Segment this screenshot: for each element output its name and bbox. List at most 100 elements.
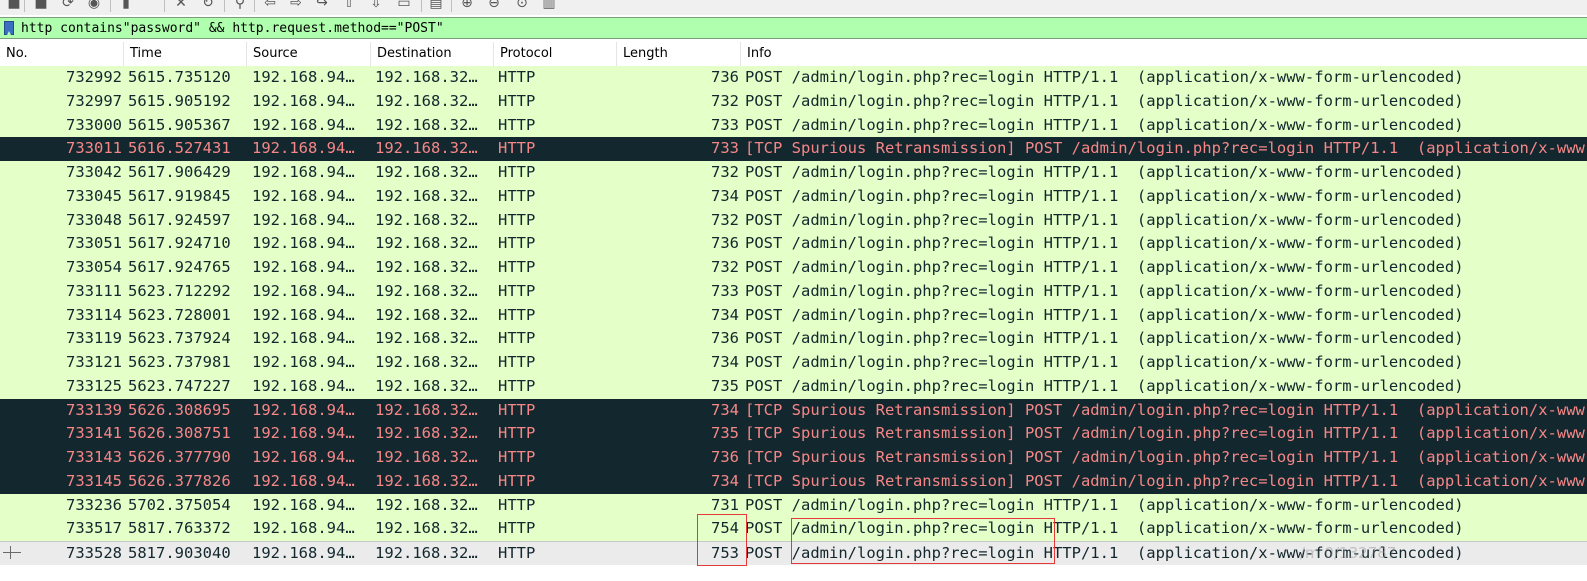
packet-row[interactable]: 733145 5626.377826 192.168.94… 192.168.32… H… [0,469,1587,494]
packet-length: 734 [711,353,739,371]
packet-row[interactable]: 733125 5623.747227 192.168.94… 192.168.32… H… [0,374,1587,399]
close-icon[interactable]: ✕ [173,0,189,12]
packet-time: 5615.905367 [128,115,231,134]
packet-row[interactable]: 733011 5616.527431 192.168.94… 192.168.32… H… [0,137,1587,161]
packet-protocol: HTTP [498,210,536,229]
packet-number: 733528 [66,544,122,562]
packet-time: 5626.377790 [128,448,231,466]
packet-source: 192.168.94… [252,234,355,253]
packet-info: POST /admin/login.php?rec=login HTTP/1.1… [745,329,1464,348]
stop-icon[interactable]: ■ [6,0,22,12]
column-header-destination[interactable]: Destination [371,42,494,66]
resize-columns-icon[interactable]: ▥ [541,0,557,12]
packet-protocol: HTTP [498,544,536,562]
find-icon[interactable]: ⚲ [232,0,248,12]
packet-row[interactable]: 733139 5626.308695 192.168.94… 192.168.32… H… [0,398,1587,423]
packet-row[interactable]: 733045 5617.919845 192.168.94… 192.168.32… H… [0,184,1587,209]
packet-info: [TCP Spurious Retransmission] POST /admi… [745,139,1587,158]
packet-protocol: HTTP [498,353,536,371]
packet-number: 733145 [66,471,122,490]
packet-protocol: HTTP [498,281,536,300]
packet-row[interactable]: 733143 5626.377790 192.168.94… 192.168.32… H… [0,446,1587,470]
packet-length: 736 [711,448,739,466]
autoscroll-icon[interactable]: ▭ [396,0,412,12]
packet-row[interactable]: 732997 5615.905192 192.168.94… 192.168.32… H… [0,89,1587,114]
column-header-length[interactable]: Length [617,42,741,66]
packet-number: 732997 [66,91,122,110]
filter-bookmark-icon[interactable] [4,21,14,35]
packet-protocol: HTTP [498,448,536,466]
toolbar-separator [224,0,225,12]
zoom-in-icon[interactable]: ⊕ [459,0,475,12]
packet-protocol: HTTP [498,139,536,158]
packet-protocol: HTTP [498,495,536,514]
packet-length: 753 [711,544,739,562]
display-filter-input[interactable]: http contains"password" && http.request.… [21,19,444,39]
packet-row[interactable]: 733114 5623.728001 192.168.94… 192.168.32… H… [0,303,1587,328]
column-header-info[interactable]: Info [741,42,1587,66]
packet-row[interactable]: 733121 5623.737981 192.168.94… 192.168.32… H… [0,351,1587,375]
refresh-icon[interactable]: ↻ [200,0,216,12]
save-icon[interactable]: ■ [33,0,49,12]
packet-destination: 192.168.32… [375,353,478,371]
packet-length: 732 [711,210,739,229]
packet-length: 732 [711,163,739,181]
packet-source: 192.168.94… [252,495,355,514]
open-icon[interactable]: ▮ [118,0,134,12]
packet-row[interactable]: 733051 5617.924710 192.168.94… 192.168.32… H… [0,232,1587,256]
packet-number: 733119 [66,329,122,348]
packet-row[interactable]: 733048 5617.924597 192.168.94… 192.168.32… H… [0,208,1587,233]
packet-time: 5817.903040 [128,544,231,562]
forward-icon[interactable]: ⇨ [288,0,304,12]
packet-protocol: HTTP [498,186,536,205]
column-header-time[interactable]: Time [124,42,247,66]
packet-row[interactable]: 733042 5617.906429 192.168.94… 192.168.32… H… [0,161,1587,185]
packet-row[interactable]: 733054 5617.924765 192.168.94… 192.168.32… H… [0,256,1587,280]
reload-icon[interactable]: ⟳ [60,0,76,12]
zoom-normal-icon[interactable]: ⊙ [514,0,530,12]
options-icon[interactable]: ◉ [86,0,102,12]
packet-source: 192.168.94… [252,68,355,86]
packet-row[interactable]: 732992 5615.735120 192.168.94… 192.168.32… H… [0,66,1587,90]
packet-destination: 192.168.32… [375,495,478,514]
back-icon[interactable]: ⇦ [262,0,278,12]
column-header-protocol[interactable]: Protocol [494,42,617,66]
packet-destination: 192.168.32… [375,329,478,348]
colorize-icon[interactable]: ▤ [428,0,444,12]
packet-row[interactable]: 733517 5817.763372 192.168.94… 192.168.32… H… [0,517,1587,541]
packet-source: 192.168.94… [252,329,355,348]
packet-protocol: HTTP [498,519,536,538]
zoom-out-icon[interactable]: ⊖ [486,0,502,12]
packet-length: 733 [711,115,739,134]
packet-row[interactable]: 733236 5702.375054 192.168.94… 192.168.32… H… [0,493,1587,518]
toolbar-separator [421,0,422,12]
packet-row[interactable]: 733141 5626.308751 192.168.94… 192.168.32… H… [0,422,1587,446]
packet-protocol: HTTP [498,115,536,134]
display-filter-bar[interactable]: http contains"password" && http.request.… [0,17,1587,39]
column-header-source[interactable]: Source [247,42,371,66]
packet-time: 5623.737924 [128,329,231,348]
packet-number: 732992 [66,68,122,86]
packet-info: POST /admin/login.php?rec=login HTTP/1.1… [745,258,1464,276]
packet-source: 192.168.94… [252,258,355,276]
packet-protocol: HTTP [498,234,536,253]
last-icon[interactable]: ⇩ [368,0,384,12]
packet-time: 5626.308751 [128,424,231,443]
packet-info: POST /admin/login.php?rec=login HTTP/1.1… [745,376,1464,395]
goto-icon[interactable]: ↪ [314,0,330,12]
packet-row[interactable]: 733000 5615.905367 192.168.94… 192.168.32… H… [0,113,1587,138]
packet-info: POST /admin/login.php?rec=login HTTP/1.1… [745,234,1464,253]
packet-length: 732 [711,258,739,276]
packet-destination: 192.168.32… [375,91,478,110]
packet-row[interactable]: 733111 5623.712292 192.168.94… 192.168.32… H… [0,279,1587,304]
packet-source: 192.168.94… [252,544,355,562]
toolbar-separator [451,0,452,12]
packet-info: POST /admin/login.php?rec=login HTTP/1.1… [745,115,1464,134]
column-header-no[interactable]: No. [0,42,124,66]
packet-protocol: HTTP [498,305,536,324]
packet-info: POST /admin/login.php?rec=login HTTP/1.1… [745,91,1464,110]
packet-destination: 192.168.32… [375,210,478,229]
first-icon[interactable]: ⇧ [341,0,357,12]
packet-list: 732992 5615.735120 192.168.94… 192.168.32… H… [0,66,1587,565]
packet-row[interactable]: 733119 5623.737924 192.168.94… 192.168.32… H… [0,327,1587,351]
